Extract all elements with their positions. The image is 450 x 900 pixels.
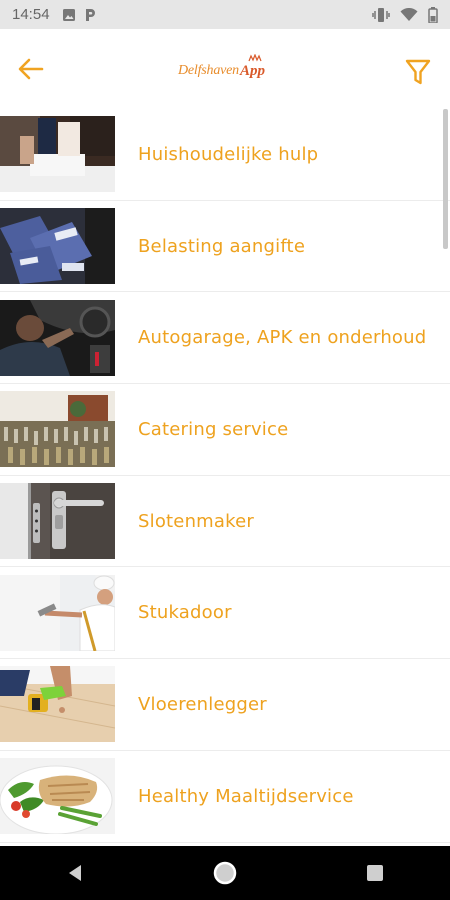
arrow-left-icon — [18, 58, 44, 80]
vibrate-icon — [372, 7, 390, 23]
recents-square-icon — [367, 865, 383, 881]
cleaning-photo — [0, 116, 115, 193]
mechanic-photo — [0, 299, 115, 376]
status-left: 14:54 — [12, 6, 96, 23]
list-item-slotenmaker[interactable]: Slotenmaker — [0, 476, 450, 568]
logo-mark-icon — [248, 53, 262, 61]
list-item-stukadoor[interactable]: Stukadoor — [0, 567, 450, 660]
wifi-icon — [400, 7, 418, 22]
floor-layer-photo — [0, 666, 115, 743]
scrollbar[interactable] — [443, 109, 448, 249]
list-item-autogarage[interactable]: Autogarage, APK en onderhoud — [0, 292, 450, 385]
nav-home-button[interactable] — [195, 853, 255, 893]
logo-app-text: App — [239, 53, 265, 80]
battery-icon — [428, 6, 438, 23]
list-item-vloerenlegger[interactable]: Vloerenlegger — [0, 659, 450, 751]
nav-recents-button[interactable] — [345, 853, 405, 893]
catering-photo — [0, 391, 115, 468]
status-bar: 14:54 — [0, 0, 450, 29]
door-lock-photo — [0, 483, 115, 560]
item-label: Stukadoor — [138, 602, 232, 624]
image-icon — [62, 8, 76, 22]
app-logo: Delfshaven App — [178, 53, 265, 83]
p-icon — [84, 8, 96, 22]
list-item-huishoudelijke-hulp[interactable]: Huishoudelijke hulp — [0, 109, 450, 201]
plasterer-photo — [0, 574, 115, 651]
envelopes-photo — [0, 208, 115, 285]
healthy-meal-photo — [0, 758, 115, 835]
item-label: Healthy Maaltijdservice — [138, 785, 354, 807]
list-item-healthy-maaltijdservice[interactable]: Healthy Maaltijdservice — [0, 751, 450, 843]
item-label: Catering service — [138, 418, 289, 440]
item-label: Huishoudelijke hulp — [138, 143, 319, 165]
system-nav-bar — [0, 846, 450, 900]
back-button[interactable] — [16, 56, 46, 82]
home-circle-icon — [213, 861, 237, 885]
item-label: Autogarage, APK en onderhoud — [138, 327, 427, 349]
back-triangle-icon — [69, 865, 81, 881]
nav-back-button[interactable] — [45, 853, 105, 893]
item-label: Vloerenlegger — [138, 693, 267, 715]
filter-icon — [405, 59, 431, 85]
item-label: Belasting aangifte — [138, 235, 306, 257]
list-item-belasting-aangifte[interactable]: Belasting aangifte — [0, 201, 450, 293]
logo-text: Delfshaven — [178, 63, 239, 78]
list-item-catering[interactable]: Catering service — [0, 384, 450, 476]
service-list: Huishoudelijke hulp Belasting aangifte A… — [0, 109, 450, 846]
app-bar: Delfshaven App — [0, 29, 450, 109]
logo-app-label: App — [239, 62, 265, 79]
item-label: Slotenmaker — [138, 510, 255, 532]
status-right — [372, 6, 438, 23]
filter-button[interactable] — [404, 57, 432, 87]
status-time: 14:54 — [12, 6, 50, 23]
